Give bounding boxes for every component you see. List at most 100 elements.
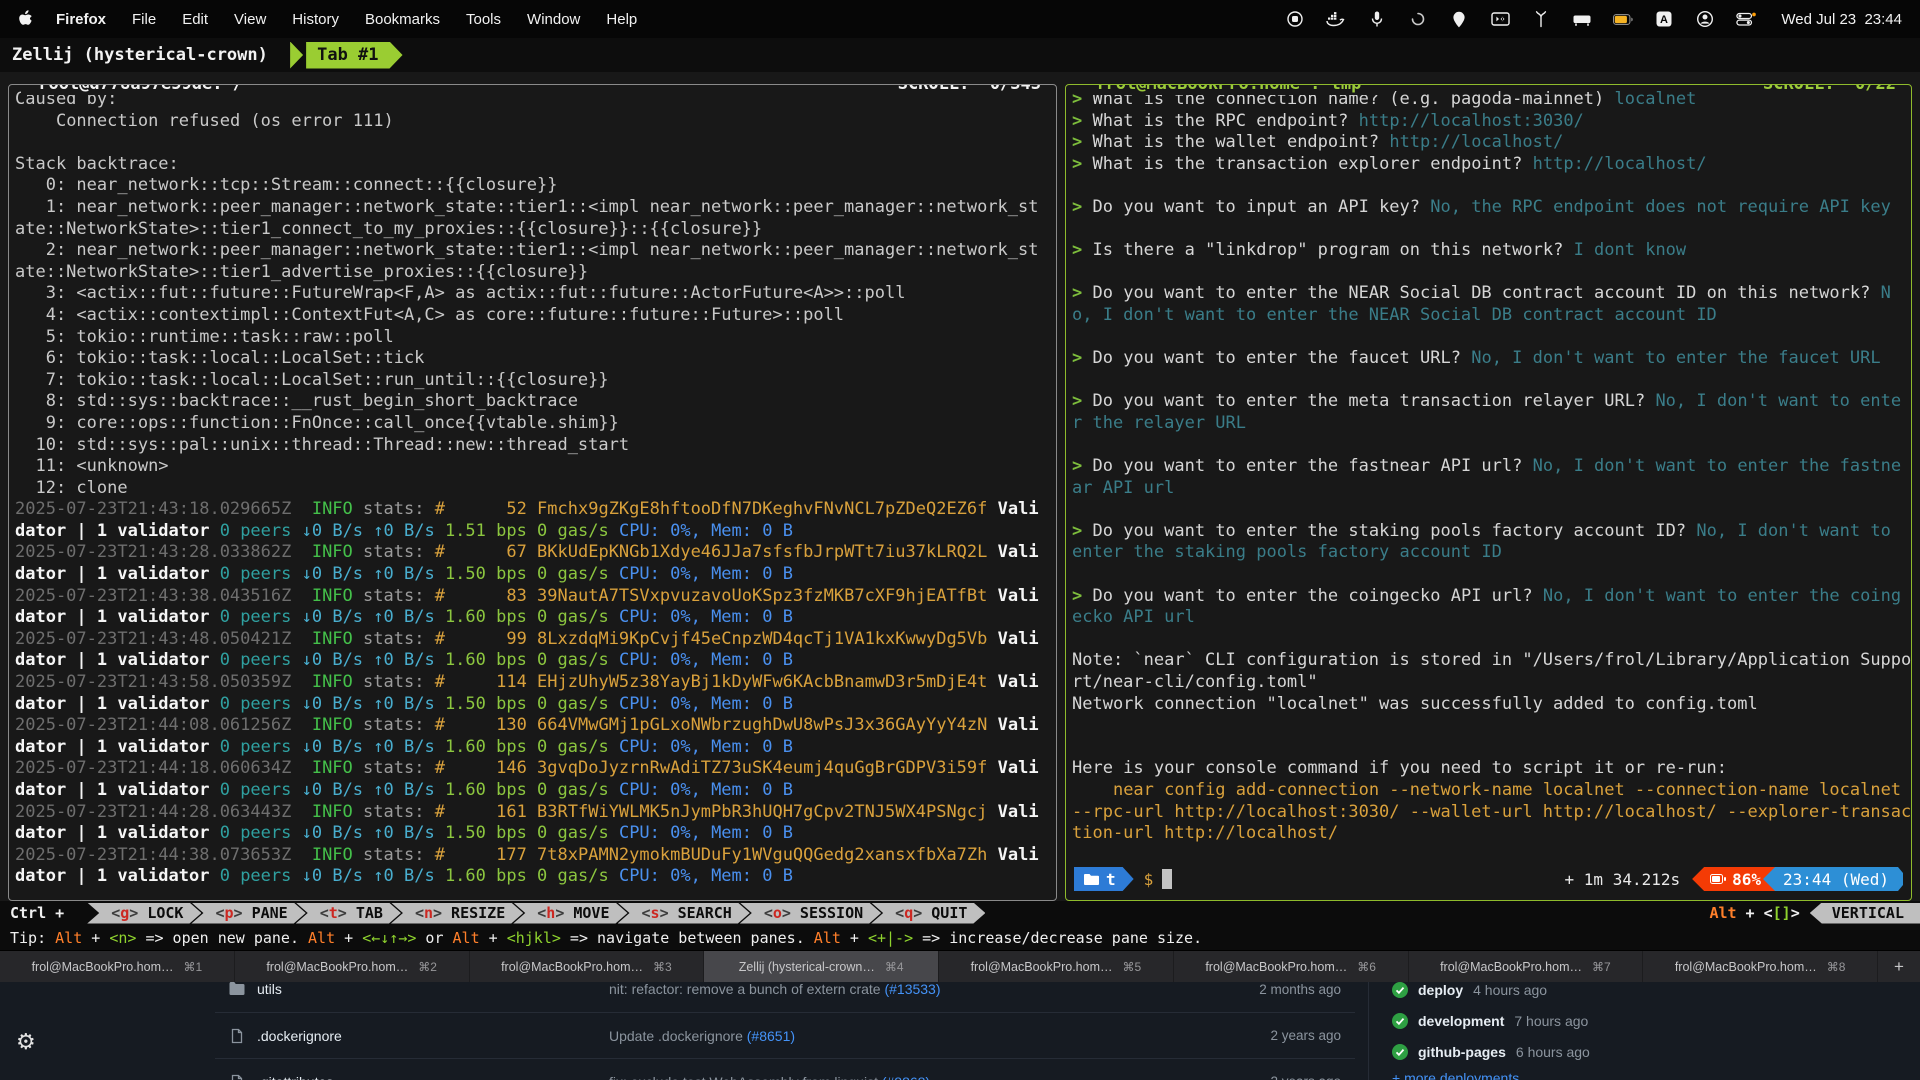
keybind-pane: <p> PANE [191,903,305,924]
deployment-item: github-pages6 hours ago [1392,1036,1712,1067]
deployment-name[interactable]: github-pages [1418,1044,1506,1060]
menu-clock[interactable]: Wed Jul 23 23:44 [1781,11,1902,28]
file-name[interactable]: .gitattributes [229,1074,609,1080]
pane-right-title: frol@MacBookPro.home : tmp [1078,84,1379,95]
tip-text: Alt [308,929,335,947]
check-circle-icon [1392,1013,1408,1029]
keybind-quit: <q> QUIT [871,903,985,924]
window-tab-label: Zellij (hysterical-crown… [739,960,875,974]
qa-line: > Do you want to enter the faucet URL? N… [1072,348,1881,368]
log-entry: 2025-07-23T21:43:28.033862Z INFO stats: … [15,542,1039,584]
pane-container: Caused by: Connection refused (os error … [8,72,1912,901]
keybind-lock: <g> LOCK [87,903,201,924]
window-tab-2[interactable]: frol@MacBookPro.hom…⌘2 [235,951,470,983]
tip-text: + [335,929,362,947]
prompt-right-status: + 1m 34.212s 86% 23:44 (Wed) [1565,867,1903,891]
apple-menu-icon[interactable] [18,9,35,29]
file-name[interactable]: .dockerignore [229,1028,609,1044]
tip-text: Tip: [10,929,55,947]
input-source-icon[interactable]: A [1654,9,1674,29]
location-pin-icon[interactable] [1449,9,1469,29]
zellij-session-name: Zellij (hysterical-crown) [12,45,278,65]
shell-prompt[interactable]: t $ + 1m 34.212s 86% 23:44 (Wed) [1074,866,1903,892]
deployment-name[interactable]: deploy [1418,982,1463,998]
qa-line: > What is the wallet endpoint? http://lo… [1072,132,1563,152]
keybind-search: <s> SEARCH [618,903,750,924]
display-mirror-icon[interactable] [1490,9,1510,29]
zellij-tab-1[interactable]: Tab #1 [306,42,402,69]
microphone-icon[interactable] [1367,9,1387,29]
tip-text: => navigate between panes. [561,929,814,947]
commit-message[interactable]: nit: refactor: remove a bunch of extern … [609,982,1239,997]
tip-text: + [480,929,507,947]
screen-record-icon[interactable] [1285,9,1305,29]
menu-item-file[interactable]: File [132,11,156,28]
window-tab-7[interactable]: frol@MacBookPro.hom…⌘7 [1409,951,1644,983]
tip-text: + [841,929,868,947]
menu-item-tools[interactable]: Tools [466,11,501,28]
window-tab-5[interactable]: frol@MacBookPro.hom…⌘5 [939,951,1174,983]
file-list: utilsnit: refactor: remove a bunch of ex… [215,982,1355,1080]
pr-link[interactable]: (#13533) [884,982,940,997]
check-circle-icon [1392,982,1408,998]
svg-text:A: A [1660,14,1668,26]
window-tab-6[interactable]: frol@MacBookPro.hom…⌘6 [1174,951,1409,983]
keyboard-icon[interactable] [1572,9,1592,29]
window-tab-1[interactable]: frol@MacBookPro.hom…⌘1 [0,951,235,983]
pr-link[interactable]: (#8651) [747,1028,795,1044]
window-tab-label: frol@MacBookPro.hom… [971,960,1113,974]
airflow-icon[interactable] [1531,9,1551,29]
spiral-icon[interactable] [1408,9,1428,29]
user-account-icon[interactable] [1695,9,1715,29]
new-window-tab-button[interactable]: + [1878,951,1920,983]
menu-item-view[interactable]: View [234,11,266,28]
deployment-time: 7 hours ago [1514,1013,1588,1029]
file-icon [229,1074,245,1080]
stack-trace: Caused by: Connection refused (os error … [15,89,1039,498]
pane-left[interactable]: Caused by: Connection refused (os error … [8,84,1057,901]
keybind-resize: <n> RESIZE [391,903,523,924]
control-center-icon[interactable] [1736,9,1756,29]
keybind-session: <o> SESSION [740,903,881,924]
settings-gear-icon[interactable]: ⚙ [16,1030,36,1055]
battery-icon [1710,874,1726,884]
commit-date: 2 years ago [1270,1028,1341,1043]
commit-message[interactable]: fix: exclude test WebAssembly from lingu… [609,1074,1250,1080]
deployment-name[interactable]: development [1418,1013,1504,1029]
commit-message[interactable]: Update .dockerignore (#8651) [609,1028,1250,1044]
window-tab-8[interactable]: frol@MacBookPro.hom…⌘8 [1643,951,1878,983]
hint-text: Alt [1709,904,1736,922]
window-tab-shortcut: ⌘6 [1357,960,1376,974]
file-icon [229,1028,245,1044]
pr-link[interactable]: (#8868) [882,1074,930,1080]
tip-text: Alt [814,929,841,947]
pane-left-scroll: SCROLL: 0/343 [891,84,1048,95]
window-tab-shortcut: ⌘4 [885,960,904,974]
menu-item-firefox[interactable]: Firefox [56,11,106,28]
more-deployments-link[interactable]: + more deployments [1392,1070,1519,1080]
tab-separator-icon [290,42,303,69]
keybind-right: Alt + <[]> VERTICAL [1709,903,1920,924]
qa-line: > Do you want to input an API key? No, t… [1072,197,1891,217]
menu-items: Firefox File Edit View History Bookmarks Tools… [43,11,650,28]
docker-icon[interactable] [1326,9,1346,29]
qa-line: > Is there a "linkdrop" program on this … [1072,240,1686,260]
qa-line: > Do you want to enter the staking pools… [1072,521,1901,563]
window-tab-label: frol@MacBookPro.hom… [32,960,174,974]
pane-right[interactable]: > What is the connection name? (e.g. pag… [1065,84,1912,901]
time-segment: 23:44 (Wed) [1763,867,1903,891]
menu-item-bookmarks[interactable]: Bookmarks [365,11,440,28]
tip-text: <←↓↑→> [362,929,416,947]
battery-icon[interactable] [1613,9,1633,29]
window-tab-shortcut: ⌘8 [1827,960,1846,974]
prompt-dir-segment: t [1074,867,1134,891]
window-tab-3[interactable]: frol@MacBookPro.hom…⌘3 [470,951,705,983]
menu-item-help[interactable]: Help [606,11,637,28]
file-name[interactable]: utils [229,982,609,997]
window-tab-4[interactable]: Zellij (hysterical-crown… ⌘4 [704,951,939,983]
zellij-status-bar: Ctrl + <g> LOCK<p> PANE<t> TAB<n> RESIZE… [0,901,1920,925]
menu-item-history[interactable]: History [292,11,339,28]
menu-item-window[interactable]: Window [527,11,580,28]
hint-text: < [1764,904,1773,922]
menu-item-edit[interactable]: Edit [182,11,208,28]
